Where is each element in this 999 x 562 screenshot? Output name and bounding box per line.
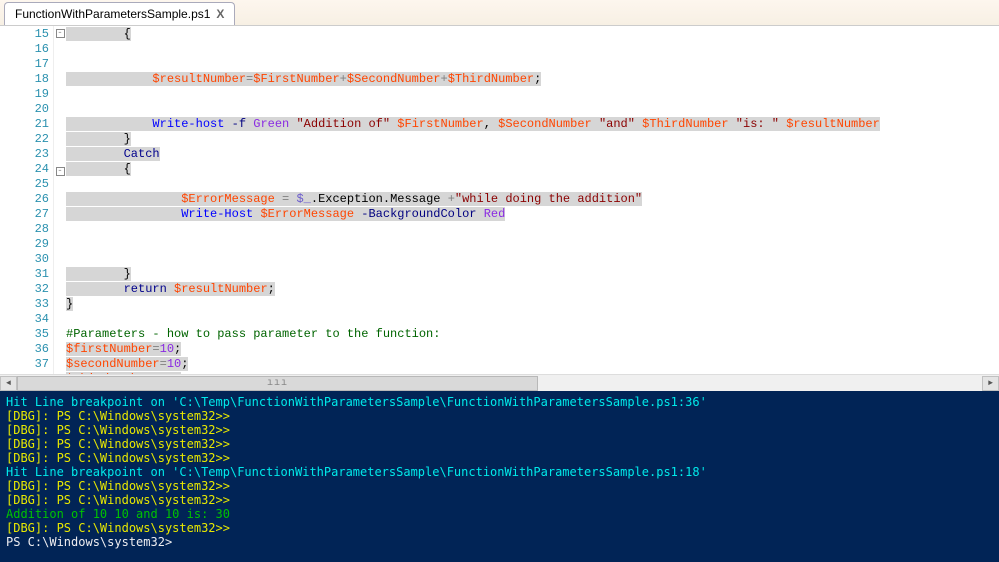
line-number: 30 [0, 252, 49, 267]
console-prompt[interactable]: PS C:\Windows\system32> [6, 535, 993, 549]
line-number: 17 [0, 57, 49, 72]
line-number: 33 [0, 297, 49, 312]
line-number: 28 [0, 222, 49, 237]
scroll-right-icon[interactable]: ► [982, 376, 999, 391]
line-number: 38 [0, 372, 49, 374]
line-number: 25 [0, 177, 49, 192]
console-line: Addition of 10 10 and 10 is: 30 [6, 507, 993, 521]
line-number: 27 [0, 207, 49, 222]
fold-column: -- [54, 26, 66, 374]
fold-toggle-icon[interactable]: - [56, 167, 65, 176]
code-line[interactable]: } [66, 297, 999, 312]
line-number: 34 [0, 312, 49, 327]
tab-title: FunctionWithParametersSample.ps1 [15, 7, 210, 21]
console-line: [DBG]: PS C:\Windows\system32>> [6, 493, 993, 507]
line-number: 15 [0, 27, 49, 42]
line-number: 20 [0, 102, 49, 117]
line-number: 37 [0, 357, 49, 372]
scroll-track[interactable]: ııı [17, 376, 982, 391]
console-line: [DBG]: PS C:\Windows\system32>> [6, 437, 993, 451]
console-line: [DBG]: PS C:\Windows\system32>> [6, 479, 993, 493]
code-line[interactable]: Write-Host $ErrorMessage -BackgroundColo… [66, 207, 999, 222]
code-line[interactable]: { [66, 27, 999, 42]
code-line[interactable]: Catch [66, 147, 999, 162]
code-line[interactable]: } [66, 267, 999, 282]
line-number: 23 [0, 147, 49, 162]
line-number: 36 [0, 342, 49, 357]
code-line[interactable] [66, 177, 999, 192]
code-line[interactable] [66, 102, 999, 117]
line-number: 26 [0, 192, 49, 207]
line-number: 16 [0, 42, 49, 57]
console-line: [DBG]: PS C:\Windows\system32>> [6, 521, 993, 535]
code-line[interactable]: Write-host -f Green "Addition of" $First… [66, 117, 999, 132]
fold-toggle-icon[interactable]: - [56, 29, 65, 38]
file-tab[interactable]: FunctionWithParametersSample.ps1 X [4, 2, 235, 25]
console-line: Hit Line breakpoint on 'C:\Temp\Function… [6, 395, 993, 409]
code-line[interactable]: $resultNumber=$FirstNumber+$SecondNumber… [66, 72, 999, 87]
debug-console[interactable]: Hit Line breakpoint on 'C:\Temp\Function… [0, 391, 999, 562]
code-area[interactable]: { $resultNumber=$FirstNumber+$SecondNumb… [66, 26, 999, 374]
line-number: 35 [0, 327, 49, 342]
code-line[interactable]: #Parameters - how to pass parameter to t… [66, 327, 999, 342]
code-line[interactable]: } [66, 132, 999, 147]
code-line[interactable] [66, 237, 999, 252]
line-number: 31 [0, 267, 49, 282]
line-number: 22 [0, 132, 49, 147]
code-line[interactable]: $secondNumber=10; [66, 357, 999, 372]
line-number-gutter: 1516171819202122232425262728293031323334… [0, 26, 54, 374]
line-number: 19 [0, 87, 49, 102]
code-line[interactable]: $firstNumber=10; [66, 342, 999, 357]
line-number: 24 [0, 162, 49, 177]
code-line[interactable] [66, 222, 999, 237]
code-line[interactable]: return $resultNumber; [66, 282, 999, 297]
code-line[interactable] [66, 42, 999, 57]
code-line[interactable] [66, 252, 999, 267]
scroll-thumb[interactable]: ııı [17, 376, 538, 391]
code-line[interactable] [66, 312, 999, 327]
code-editor[interactable]: 1516171819202122232425262728293031323334… [0, 26, 999, 374]
console-line: [DBG]: PS C:\Windows\system32>> [6, 423, 993, 437]
scroll-left-icon[interactable]: ◄ [0, 376, 17, 391]
code-line[interactable] [66, 87, 999, 102]
close-icon[interactable]: X [216, 7, 224, 21]
code-line[interactable]: $thirdNumber=10; [66, 372, 999, 374]
console-line: [DBG]: PS C:\Windows\system32>> [6, 409, 993, 423]
line-number: 18 [0, 72, 49, 87]
console-line: Hit Line breakpoint on 'C:\Temp\Function… [6, 465, 993, 479]
line-number: 32 [0, 282, 49, 297]
code-line[interactable]: $ErrorMessage = $_.Exception.Message +"w… [66, 192, 999, 207]
tab-bar: FunctionWithParametersSample.ps1 X [0, 0, 999, 26]
console-line: [DBG]: PS C:\Windows\system32>> [6, 451, 993, 465]
line-number: 21 [0, 117, 49, 132]
code-line[interactable] [66, 57, 999, 72]
code-line[interactable]: { [66, 162, 999, 177]
line-number: 29 [0, 237, 49, 252]
horizontal-scrollbar[interactable]: ◄ ııı ► [0, 374, 999, 391]
